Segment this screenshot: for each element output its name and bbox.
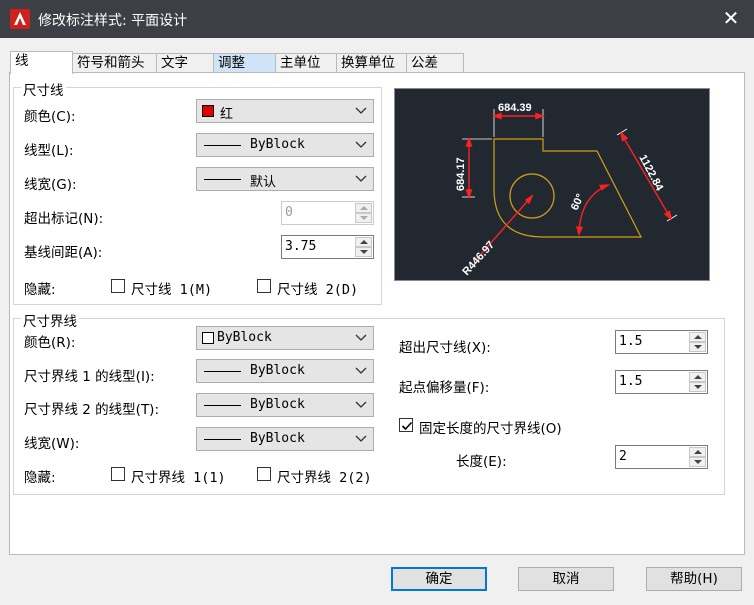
chevron-down-icon [355, 435, 367, 442]
ext-lineweight-label: 线宽(W): [24, 436, 80, 452]
lines-tab-content: 尺寸线 颜色(C): 红 线型(L): ByBlock 线宽(G): 默认 超出… [0, 0, 754, 605]
dim-text-left: 684.17 [455, 157, 467, 191]
preview-panel: 684.39 684.17 1122.84 60° R446.97 [394, 88, 710, 281]
dim-linetype-select[interactable]: ByBlock [196, 133, 374, 157]
extend-ticks-spinner[interactable]: 0 [281, 201, 374, 225]
byblock-color-swatch [202, 332, 214, 344]
fixed-length-label: 固定长度的尺寸界线(O) [419, 421, 562, 437]
dim-suppress-label: 隐藏: [24, 282, 56, 298]
suppress-dim-line-1-label: 尺寸线 1(M) [131, 282, 213, 298]
dim-lineweight-label: 线宽(G): [24, 177, 77, 193]
ext-color-select[interactable]: ByBlock [196, 326, 374, 350]
ext-lineweight-select[interactable]: ByBlock [196, 427, 374, 451]
chevron-down-icon [355, 107, 367, 114]
spin-up-arrow-icon[interactable] [689, 332, 706, 342]
suppress-ext-line-2-checkbox[interactable] [257, 467, 271, 481]
suppress-ext-line-2-label: 尺寸界线 2(2) [277, 470, 372, 486]
dimension-lines-legend: 尺寸线 [21, 79, 66, 99]
spin-up-arrow-icon[interactable] [355, 237, 372, 247]
suppress-ext-line-1-label: 尺寸界线 1(1) [131, 470, 226, 486]
line-sample [204, 405, 241, 406]
dim-text-radius: R446.97 [460, 239, 497, 278]
baseline-spacing-label: 基线间距(A): [24, 245, 103, 261]
ext-linetype1-label: 尺寸界线 1 的线型(I): [24, 369, 155, 385]
line-sample [204, 179, 241, 180]
checkmark-icon [401, 421, 413, 431]
spin-up-arrow-icon[interactable] [355, 203, 372, 213]
dim-color-select[interactable]: 红 [196, 99, 374, 123]
line-sample [204, 145, 241, 146]
chevron-down-icon [355, 334, 367, 341]
ext-linetype2-select[interactable]: ByBlock [196, 393, 374, 417]
length-label: 长度(E): [456, 454, 507, 470]
chevron-down-icon [355, 141, 367, 148]
offset-origin-spinner[interactable]: 1.5 [615, 370, 708, 394]
dim-linetype-label: 线型(L): [24, 143, 74, 159]
length-spinner[interactable]: 2 [615, 445, 708, 469]
dimension-preview-drawing: 684.39 684.17 1122.84 60° R446.97 [455, 102, 678, 278]
ext-color-label: 颜色(R): [24, 335, 76, 351]
preview-outline-shape [493, 138, 642, 238]
ext-linetype2-label: 尺寸界线 2 的线型(T): [24, 402, 159, 418]
spin-down-arrow-icon[interactable] [355, 213, 372, 223]
offset-origin-label: 起点偏移量(F): [399, 380, 490, 396]
ext-linetype1-select[interactable]: ByBlock [196, 359, 374, 383]
suppress-dim-line-2-label: 尺寸线 2(D) [277, 282, 359, 298]
dim-color-label: 颜色(C): [24, 109, 76, 125]
extend-beyond-label: 超出尺寸线(X): [399, 340, 491, 356]
extend-ticks-label: 超出标记(N): [24, 211, 104, 227]
spin-up-arrow-icon[interactable] [689, 447, 706, 457]
spin-down-arrow-icon[interactable] [689, 382, 706, 392]
dim-lineweight-select[interactable]: 默认 [196, 167, 374, 191]
chevron-down-icon [355, 367, 367, 374]
extend-beyond-spinner[interactable]: 1.5 [615, 330, 708, 354]
suppress-dim-line-2-checkbox[interactable] [257, 279, 271, 293]
line-sample [204, 371, 241, 372]
spin-up-arrow-icon[interactable] [689, 372, 706, 382]
dim-text-right: 1122.84 [636, 153, 665, 194]
spin-down-arrow-icon[interactable] [689, 457, 706, 467]
dim-text-top: 684.39 [498, 102, 532, 114]
spin-down-arrow-icon[interactable] [689, 342, 706, 352]
chevron-down-icon [355, 401, 367, 408]
suppress-ext-line-1-checkbox[interactable] [111, 467, 125, 481]
line-sample [204, 439, 241, 440]
suppress-dim-line-1-checkbox[interactable] [111, 279, 125, 293]
baseline-spacing-spinner[interactable]: 3.75 [281, 235, 374, 259]
chevron-down-icon [355, 175, 367, 182]
spin-down-arrow-icon[interactable] [355, 247, 372, 257]
ext-suppress-label: 隐藏: [24, 470, 56, 486]
red-color-swatch [202, 105, 214, 117]
extension-lines-legend: 尺寸界线 [21, 310, 79, 330]
fixed-length-checkbox[interactable] [399, 418, 413, 432]
